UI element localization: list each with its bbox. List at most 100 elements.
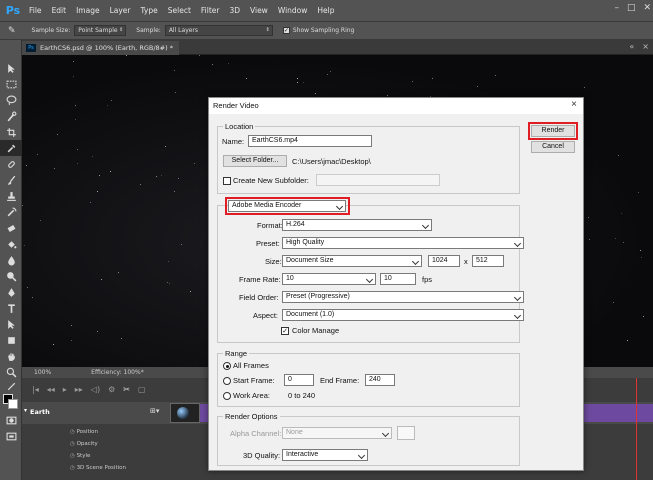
star [54,168,55,169]
aspect-label: Aspect: [253,311,279,320]
property-style[interactable]: Style [70,453,91,459]
expand-icon[interactable]: ▾ [24,407,27,414]
width-field[interactable]: 1024 [428,255,460,267]
play-icon[interactable]: ▸ [63,385,67,394]
height-field[interactable]: 512 [472,255,504,267]
star [621,213,622,214]
menu-edit[interactable]: Edit [47,6,72,15]
brush-tool-icon[interactable] [0,172,22,188]
blur-tool-icon[interactable] [0,252,22,268]
menu-layer[interactable]: Layer [105,6,136,15]
playhead[interactable] [636,378,637,480]
minimize-icon[interactable]: – [614,3,619,13]
star [126,55,127,56]
star [584,87,585,88]
frame-rate-select[interactable]: 10 [282,273,376,285]
menu-file[interactable]: File [24,6,47,15]
format-select[interactable]: H.264 [282,219,432,231]
menu-window[interactable]: Window [273,6,313,15]
eraser-tool-icon[interactable] [0,220,22,236]
pen-tool-icon[interactable] [0,284,22,300]
collapse-icon[interactable]: « [629,42,634,51]
sample-size-label: Sample Size: [31,27,71,34]
preset-select[interactable]: High Quality [282,237,524,249]
crop-tool-icon[interactable] [0,124,22,140]
first-frame-icon[interactable]: |◂ [32,385,39,394]
close-icon[interactable]: ✕ [643,3,651,13]
menu-view[interactable]: View [245,6,273,15]
all-frames-radio[interactable] [223,362,231,370]
eyedropper-icon[interactable]: ✎ [8,26,16,36]
quick-mask-icon[interactable] [0,412,22,428]
star [27,287,28,288]
type-tool-icon[interactable] [0,300,22,316]
eyedropper-tool-icon[interactable] [0,140,22,156]
screen-mode-icon[interactable] [0,428,22,444]
document-tab[interactable]: EarthCS6.psd @ 100% (Earth, RGB/8#) * [22,41,179,55]
panel-close-icon[interactable]: × [642,42,649,51]
menu-type[interactable]: Type [136,6,163,15]
hand-tool-icon[interactable] [0,348,22,364]
dialog-close-icon[interactable]: × [571,99,577,110]
end-frame-field[interactable]: 240 [365,374,395,386]
location-group: Location Name: EarthCS6.mp4 Select Folde… [217,122,520,194]
star [228,63,229,64]
cancel-button[interactable]: Cancel [531,141,575,153]
swap-colors-icon[interactable] [0,380,22,392]
zoom-level[interactable]: 100% [34,369,51,376]
dialog-title-bar: Render Video × [209,98,583,114]
aspect-select[interactable]: Document (1.0) [282,309,524,321]
size-select[interactable]: Document Size [282,255,422,267]
zoom-tool-icon[interactable] [0,364,22,380]
field-order-select[interactable]: Preset (Progressive) [282,291,524,303]
menu-filter[interactable]: Filter [196,6,225,15]
show-ring-checkbox[interactable]: ✓ [282,27,290,34]
move-tool-icon[interactable] [0,60,22,76]
3d-quality-label: 3D Quality: [243,451,281,460]
marquee-tool-icon[interactable] [0,76,22,92]
next-frame-icon[interactable]: ▸▸ [75,385,83,394]
alpha-channel-select: None [282,427,392,439]
property-3d-scene-position[interactable]: 3D Scene Position [70,465,126,471]
star [111,100,112,101]
property-opacity[interactable]: Opacity [70,441,98,447]
star [432,78,433,79]
clone-stamp-tool-icon[interactable] [0,188,22,204]
create-subfolder-checkbox[interactable] [223,177,231,185]
star [22,205,23,206]
dodge-tool-icon[interactable] [0,268,22,284]
lasso-tool-icon[interactable] [0,92,22,108]
history-brush-tool-icon[interactable] [0,204,22,220]
menu-select[interactable]: Select [163,6,196,15]
menu-3d[interactable]: 3D [224,6,245,15]
start-frame-radio[interactable] [223,377,231,385]
property-position[interactable]: Position [70,429,98,435]
layer-options-icon[interactable]: ⊞▾ [150,407,159,415]
menu-help[interactable]: Help [312,6,339,15]
menu-image[interactable]: Image [71,6,105,15]
shape-tool-icon[interactable] [0,332,22,348]
settings-icon[interactable]: ⚙ [108,385,115,394]
quick-select-tool-icon[interactable] [0,108,22,124]
start-frame-field[interactable]: 0 [284,374,314,386]
prev-frame-icon[interactable]: ◂◂ [47,385,55,394]
healing-brush-tool-icon[interactable] [0,156,22,172]
3d-quality-select[interactable]: Interactive [282,449,368,461]
fps-field[interactable]: 10 [380,273,416,285]
sample-select[interactable]: All Layers [164,25,273,36]
name-field[interactable]: EarthCS6.mp4 [248,135,372,147]
split-icon[interactable]: ✂ [123,385,130,394]
maximize-icon[interactable]: □ [627,3,636,13]
transition-icon[interactable]: ▢ [138,385,146,394]
background-color[interactable] [8,399,18,409]
color-manage-checkbox[interactable]: ✓ [281,327,289,335]
work-area-radio[interactable] [223,392,231,400]
audio-icon[interactable]: ◁) [91,385,100,394]
star [199,55,200,56]
path-selection-tool-icon[interactable] [0,316,22,332]
select-folder-button[interactable]: Select Folder... [223,155,287,167]
sample-size-select[interactable]: Point Sample [74,25,127,36]
foreground-background-colors[interactable] [0,392,21,412]
paint-bucket-tool-icon[interactable] [0,236,22,252]
star [165,146,166,147]
